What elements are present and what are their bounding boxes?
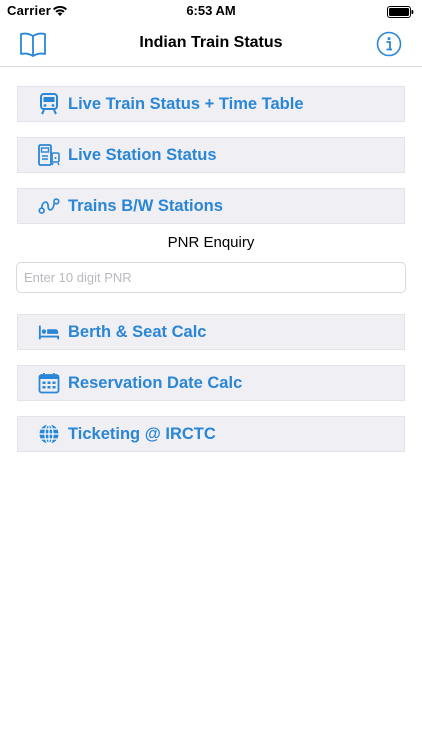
ticketing-irctc-button[interactable]: Ticketing @ IRCTC bbox=[17, 416, 405, 452]
berth-seat-calc-label: Berth & Seat Calc bbox=[68, 322, 207, 341]
page-title: Indian Train Status bbox=[139, 34, 283, 51]
navigation-bar: Indian Train Status bbox=[0, 22, 422, 67]
live-train-status-button[interactable]: Live Train Status + Time Table bbox=[17, 86, 405, 122]
calendar-icon bbox=[38, 372, 60, 394]
reservation-date-calc-button[interactable]: Reservation Date Calc bbox=[17, 365, 405, 401]
route-icon bbox=[38, 195, 60, 217]
battery-icon bbox=[387, 5, 414, 18]
ticketing-irctc-label: Ticketing @ IRCTC bbox=[68, 424, 216, 443]
pnr-enquiry-heading: PNR Enquiry bbox=[167, 234, 255, 251]
trains-between-stations-label: Trains B/W Stations bbox=[68, 196, 223, 215]
live-station-status-button[interactable]: Live Station Status bbox=[17, 137, 405, 173]
reservation-date-calc-label: Reservation Date Calc bbox=[68, 373, 243, 392]
berth-seat-calc-button[interactable]: Berth & Seat Calc bbox=[17, 314, 405, 350]
trains-between-stations-button[interactable]: Trains B/W Stations bbox=[17, 188, 405, 224]
train-icon bbox=[38, 93, 60, 115]
pnr-input[interactable] bbox=[16, 262, 406, 293]
bed-icon bbox=[38, 321, 60, 343]
globe-icon bbox=[38, 423, 60, 445]
clock-time: 6:53 AM bbox=[186, 3, 236, 18]
live-station-status-label: Live Station Status bbox=[68, 145, 217, 164]
station-icon bbox=[38, 144, 60, 166]
status-bar: Carrier 6:53 AM bbox=[0, 0, 422, 22]
live-train-status-label: Live Train Status + Time Table bbox=[68, 94, 304, 113]
info-icon[interactable] bbox=[376, 31, 402, 57]
